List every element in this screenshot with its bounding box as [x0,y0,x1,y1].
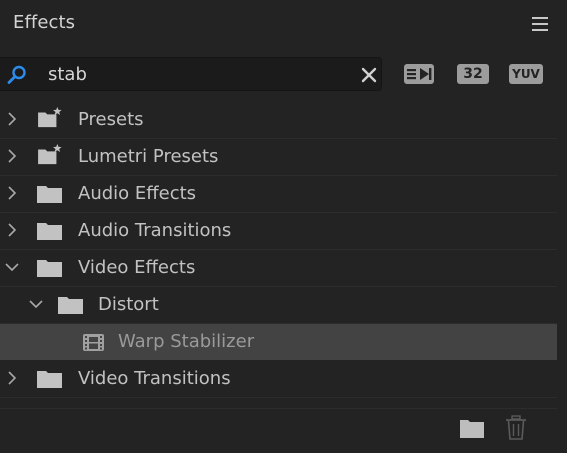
accelerated-effects-filter[interactable] [403,61,435,87]
tree-item-label: Warp Stabilizer [118,331,255,352]
effects-panel: Effects 32 YUV [0,0,567,453]
tree-item-presets[interactable]: Presets [0,102,557,139]
chevron-right-icon[interactable] [5,149,19,163]
chevron-right-icon[interactable] [5,223,19,237]
tree-item-audio-effects[interactable]: Audio Effects [0,176,557,213]
folder-icon [58,297,83,314]
search-input[interactable] [48,62,348,86]
search-icon [7,65,26,84]
tree-item-label: Distort [98,294,159,315]
yuv-filter[interactable]: YUV [509,61,543,87]
tree-item-label: Audio Effects [78,183,197,204]
tree-item-audio-transitions[interactable]: Audio Transitions [0,213,557,250]
chevron-right-icon[interactable] [5,371,19,385]
panel-header: Effects [0,0,567,50]
footer-divider [0,408,557,409]
folder-icon [37,371,62,388]
tree-item-label: Presets [78,109,144,130]
chevron-right-icon[interactable] [5,186,19,200]
new-folder-icon[interactable] [459,417,485,439]
tree-item-warp-stabilizer[interactable]: Warp Stabilizer [0,324,557,360]
panel-title: Effects [13,12,76,33]
chevron-right-icon[interactable] [5,112,19,126]
chevron-down-icon[interactable] [29,297,43,311]
folder-icon [37,223,62,240]
tree-item-video-effects[interactable]: Video Effects [0,250,557,287]
close-icon[interactable] [360,66,378,84]
32-bit-filter[interactable]: 32 [457,61,489,87]
tree-item-label: Video Effects [78,257,196,278]
effects-tree: Presets Lumetri Presets Audio Effects Au… [0,102,557,408]
chevron-down-icon[interactable] [5,260,19,274]
yuv-icon: YUV [509,64,543,84]
folder-icon [37,260,62,277]
trash-icon[interactable] [505,415,527,441]
tree-item-video-transitions[interactable]: Video Transitions [0,361,557,398]
accelerated-effects-icon [404,64,434,84]
tree-item-label: Audio Transitions [78,220,232,241]
preset-folder-icon [38,144,62,165]
hamburger-icon[interactable] [532,16,548,32]
folder-icon [37,186,62,203]
tree-item-distort[interactable]: Distort [0,287,557,324]
search-bar [0,57,382,91]
tree-item-label: Lumetri Presets [78,146,219,167]
tree-item-lumetri-presets[interactable]: Lumetri Presets [0,139,557,176]
preset-folder-icon [38,107,62,128]
tree-item-label: Video Transitions [78,368,231,389]
video-effect-icon [83,334,104,351]
32-bit-icon: 32 [457,64,489,84]
